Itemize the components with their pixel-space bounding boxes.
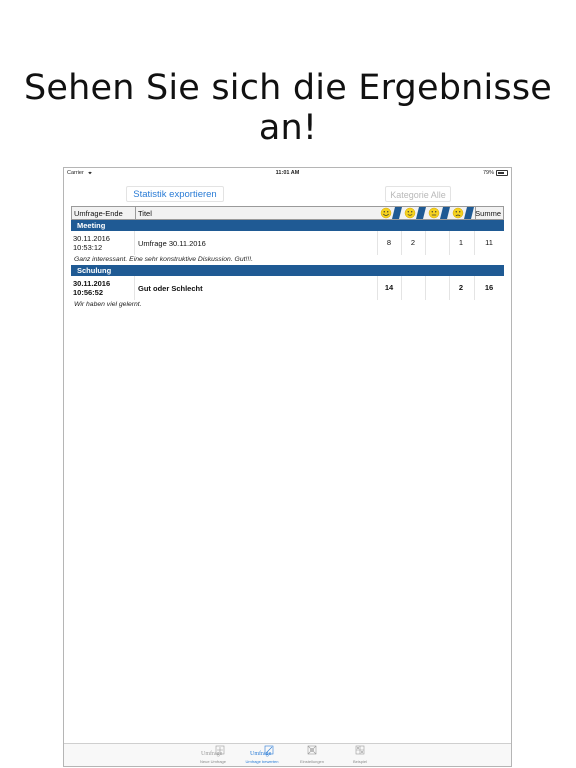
count-sum: 11 bbox=[485, 238, 493, 247]
results-table: Umfrage-Ende Titel Summe Meeting 30.11.2… bbox=[71, 206, 504, 310]
tab-example[interactable]: Beispiel bbox=[340, 745, 380, 764]
header-sum[interactable]: Summe bbox=[475, 209, 501, 218]
new-survey-icon: Umfrage bbox=[201, 745, 225, 757]
count-neutral bbox=[425, 276, 449, 300]
count-happy bbox=[401, 276, 425, 300]
table-row[interactable]: 30.11.2016 10:56:52 Gut oder Schlecht 14… bbox=[71, 276, 504, 300]
count-sad: 1 bbox=[458, 238, 464, 247]
battery-status: 79% bbox=[483, 168, 508, 178]
survey-comment: Wir haben viel gelernt. bbox=[74, 301, 142, 308]
tab-label: Umfrage bewerten bbox=[245, 759, 279, 764]
tab-label: Beispiel bbox=[352, 759, 367, 764]
sad-smiley-icon bbox=[450, 207, 474, 219]
group-header-schulung[interactable]: Schulung bbox=[71, 265, 504, 276]
category-filter-button[interactable]: Kategorie Alle bbox=[385, 186, 451, 202]
tab-label: Einstellungen bbox=[299, 759, 325, 764]
table-header: Umfrage-Ende Titel Summe bbox=[71, 206, 504, 220]
tab-rate-survey[interactable]: Umfrage Umfrage bewerten bbox=[242, 745, 282, 764]
ipad-screen: Carrier 11:01 AM 79% Statistik exportier… bbox=[63, 167, 512, 767]
rate-survey-icon: Umfrage bbox=[250, 745, 274, 757]
count-very-happy: 8 bbox=[386, 238, 392, 247]
survey-title: Gut oder Schlecht bbox=[138, 284, 203, 293]
neutral-smiley-icon bbox=[426, 207, 450, 219]
page-headline: Sehen Sie sich die Ergebnisse an! bbox=[23, 68, 553, 148]
svg-text:Umfrage: Umfrage bbox=[250, 750, 272, 757]
survey-comment: Ganz interessant. Eine sehr konstruktive… bbox=[74, 256, 254, 263]
battery-icon bbox=[496, 170, 508, 176]
count-very-happy: 14 bbox=[384, 283, 394, 292]
group-header-meeting[interactable]: Meeting bbox=[71, 220, 504, 231]
clock: 11:01 AM bbox=[275, 170, 300, 176]
count-sum: 16 bbox=[484, 283, 494, 292]
tab-settings[interactable]: Einstellungen bbox=[292, 745, 332, 764]
survey-end-datetime: 30.11.2016 10:53:12 bbox=[73, 234, 110, 252]
svg-text:Umfrage: Umfrage bbox=[201, 750, 223, 757]
header-title[interactable]: Titel bbox=[138, 209, 152, 218]
status-bar: Carrier 11:01 AM 79% bbox=[64, 168, 511, 178]
tab-new-survey[interactable]: Umfrage Neue Umfrage bbox=[193, 745, 233, 764]
count-sad: 2 bbox=[458, 283, 464, 292]
survey-title: Umfrage 30.11.2016 bbox=[138, 239, 206, 248]
survey-end-datetime: 30.11.2016 10:56:52 bbox=[73, 279, 111, 297]
very-happy-smiley-icon bbox=[378, 207, 402, 219]
export-statistics-button[interactable]: Statistik exportieren bbox=[126, 186, 224, 202]
tab-bar: Umfrage Neue Umfrage Umfrage Umfrage bew… bbox=[64, 743, 511, 766]
example-icon bbox=[355, 745, 365, 755]
header-survey-end[interactable]: Umfrage-Ende bbox=[74, 209, 123, 218]
tab-label: Neue Umfrage bbox=[199, 759, 226, 764]
cell-divider bbox=[134, 231, 135, 255]
count-neutral bbox=[425, 231, 449, 255]
cell-divider bbox=[134, 276, 135, 300]
settings-icon bbox=[307, 745, 317, 755]
header-divider bbox=[135, 207, 136, 219]
happy-smiley-icon bbox=[402, 207, 426, 219]
table-row[interactable]: 30.11.2016 10:53:12 Umfrage 30.11.2016 8… bbox=[71, 231, 504, 255]
count-happy: 2 bbox=[410, 238, 416, 247]
